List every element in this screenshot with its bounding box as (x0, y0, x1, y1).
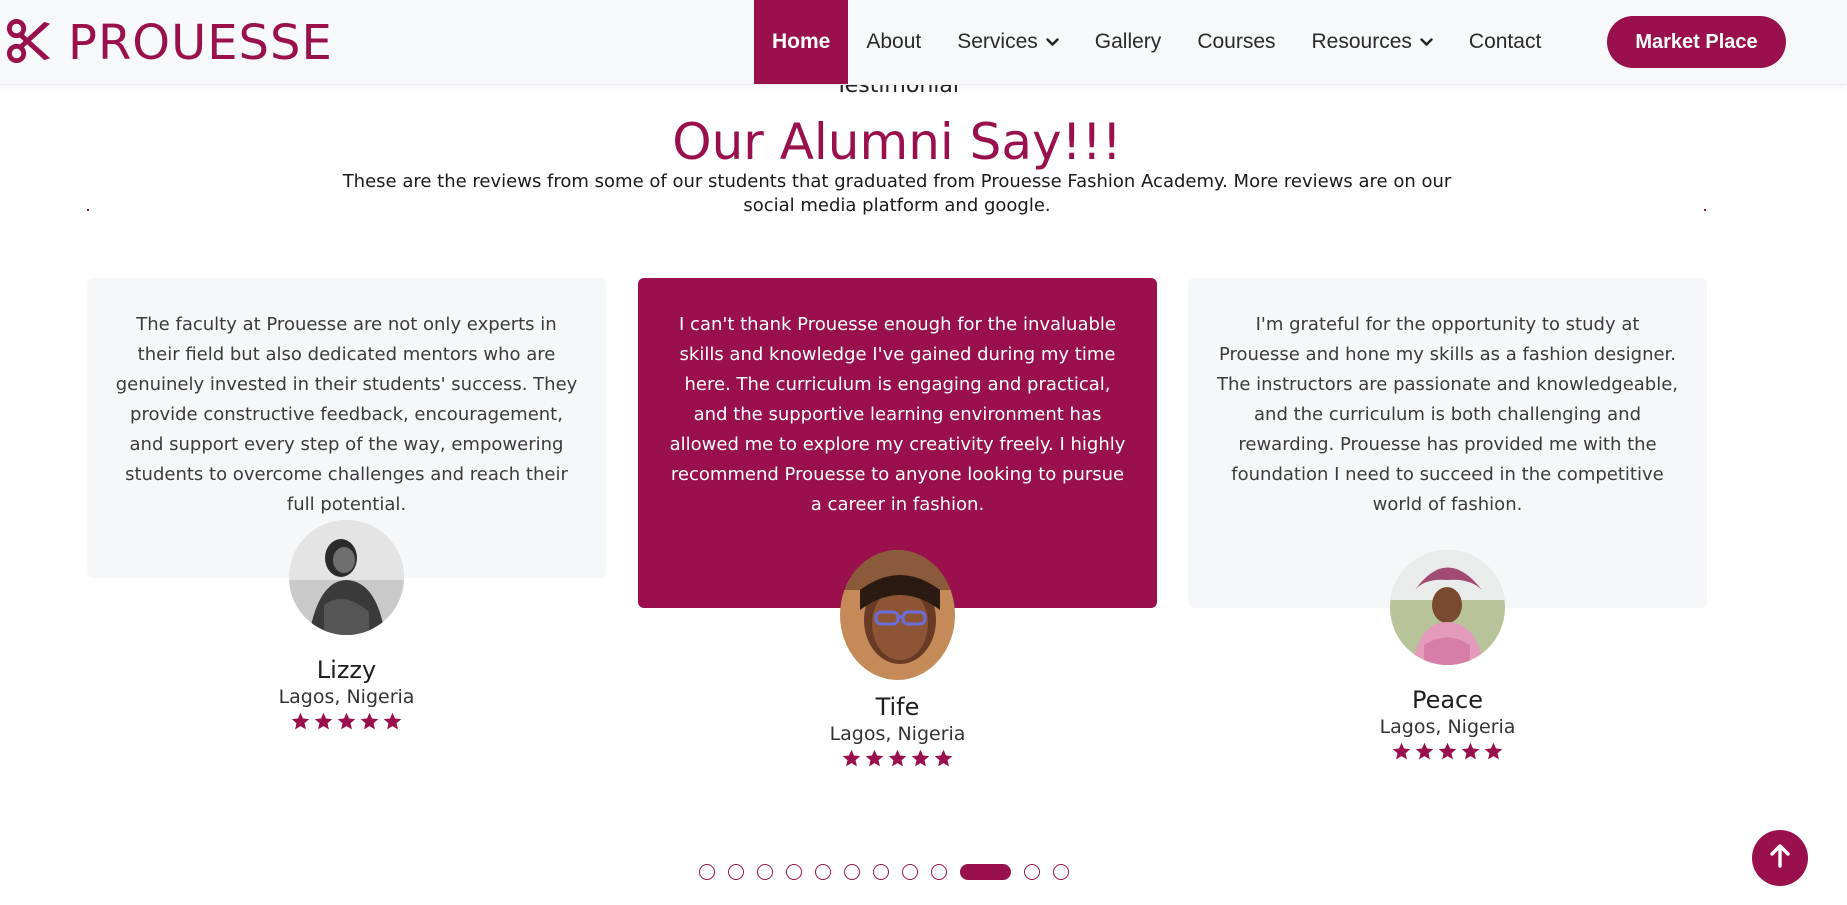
avatar (289, 520, 404, 635)
avatar (1390, 550, 1505, 665)
nav-label: Services (957, 30, 1038, 53)
decor-dot (87, 209, 89, 211)
testimonial-author: Peace Lagos, Nigeria (1188, 550, 1707, 762)
rating-stars (87, 711, 606, 732)
star-icon (291, 712, 310, 730)
star-icon (337, 712, 356, 730)
carousel-dot[interactable] (1053, 864, 1069, 880)
author-location: Lagos, Nigeria (829, 723, 966, 745)
nav-label: Home (772, 30, 831, 53)
market-place-button[interactable]: Market Place (1607, 16, 1786, 68)
nav-label: About (866, 30, 922, 53)
site-header: PROUESSE Home About Services Gallery Cou… (0, 0, 1847, 85)
author-name: Tife (875, 693, 920, 721)
nav-gallery[interactable]: Gallery (1077, 0, 1180, 84)
scroll-top-button[interactable] (1752, 830, 1808, 886)
carousel-dot-active[interactable] (960, 864, 1011, 880)
scissors-icon (6, 18, 52, 68)
brand-name: PROUESSE (68, 15, 333, 71)
star-icon (1415, 742, 1434, 760)
arrow-up-icon (1769, 844, 1791, 872)
star-icon (934, 749, 953, 767)
carousel-dot[interactable] (902, 864, 918, 880)
star-icon (1484, 742, 1503, 760)
section-subtitle: These are the reviews from some of our s… (342, 171, 1452, 216)
nav-label: Contact (1468, 30, 1542, 53)
star-icon (888, 749, 907, 767)
decor-dot (1704, 209, 1706, 211)
nav-about[interactable]: About (848, 0, 939, 84)
star-icon (383, 712, 402, 730)
star-icon (1461, 742, 1480, 760)
carousel-dot[interactable] (844, 864, 860, 880)
nav-courses[interactable]: Courses (1179, 0, 1293, 84)
star-icon (1392, 742, 1411, 760)
author-name: Lizzy (316, 656, 377, 684)
star-icon (1438, 742, 1457, 760)
nav-contact[interactable]: Contact (1451, 0, 1559, 84)
nav-label: Courses (1197, 30, 1276, 53)
nav-services[interactable]: Services (939, 0, 1077, 84)
main-nav: Home About Services Gallery Courses Reso… (754, 0, 1559, 84)
testimonial-text: I'm grateful for the opportunity to stud… (1216, 314, 1679, 515)
brand-logo[interactable]: PROUESSE (6, 15, 333, 71)
author-location: Lagos, Nigeria (278, 686, 415, 708)
rating-stars (638, 748, 1157, 769)
carousel-pagination (699, 864, 1069, 880)
star-icon (314, 712, 333, 730)
star-icon (865, 749, 884, 767)
nav-resources[interactable]: Resources (1294, 0, 1451, 84)
chevron-down-icon (1046, 37, 1059, 47)
carousel-dot[interactable] (815, 864, 831, 880)
star-icon (911, 749, 930, 767)
nav-home[interactable]: Home (754, 0, 849, 84)
nav-label: Gallery (1094, 30, 1162, 53)
carousel-dot[interactable] (699, 864, 715, 880)
carousel-dot[interactable] (931, 864, 947, 880)
avatar (840, 550, 955, 680)
star-icon (842, 749, 861, 767)
author-name: Peace (1411, 686, 1484, 714)
carousel-dot[interactable] (786, 864, 802, 880)
testimonial-text: I can't thank Prouesse enough for the in… (669, 314, 1126, 515)
carousel-dot[interactable] (757, 864, 773, 880)
star-icon (360, 712, 379, 730)
chevron-down-icon (1420, 37, 1433, 47)
rating-stars (1188, 741, 1707, 762)
testimonial-author: Tife Lagos, Nigeria (638, 550, 1157, 769)
testimonial-text: The faculty at Prouesse are not only exp… (115, 314, 578, 515)
nav-label: Resources (1311, 30, 1412, 53)
page: PROUESSE Home About Services Gallery Cou… (0, 0, 1847, 905)
author-location: Lagos, Nigeria (1379, 716, 1516, 738)
carousel-dot[interactable] (728, 864, 744, 880)
section-title: Our Alumni Say!!! (672, 113, 1122, 171)
carousel-dot[interactable] (1024, 864, 1040, 880)
testimonial-author: Lizzy Lagos, Nigeria (87, 520, 606, 732)
carousel-dot[interactable] (873, 864, 889, 880)
